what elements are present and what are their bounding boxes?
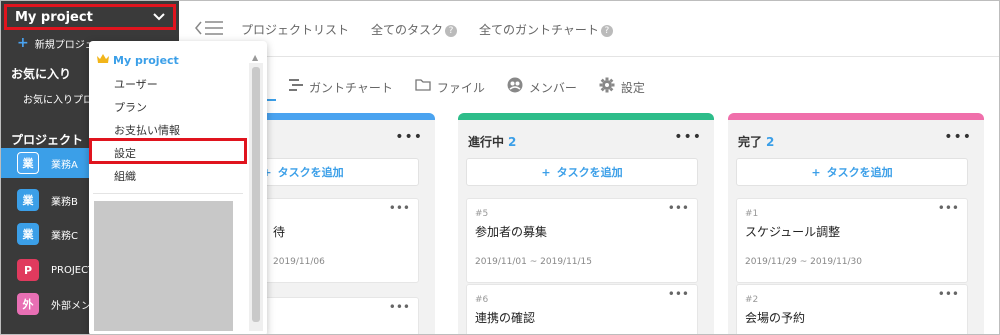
column-title-text: 完了	[738, 135, 763, 149]
card-menu-icon[interactable]: •••	[668, 287, 689, 301]
card-menu-icon[interactable]: •••	[938, 287, 959, 301]
project-dropdown-menu: My project ユーザー プラン お支払い情報 設定 組織 ▲	[89, 41, 267, 334]
add-task-label: タスクを追加	[826, 166, 893, 179]
task-card[interactable]: ••• #1 スケジュール調整 2019/11/29 ~ 2019/11/30	[736, 198, 968, 283]
tab-members-label: メンバー	[528, 80, 577, 95]
tab-settings[interactable]: 設定	[599, 77, 645, 97]
column-count: 2	[508, 135, 517, 149]
new-project-label: 新規プロジェ	[34, 39, 95, 51]
column-menu-icon[interactable]: •••	[674, 129, 702, 145]
new-project-button[interactable]: + 新規プロジェ	[17, 35, 95, 51]
card-menu-icon[interactable]: •••	[938, 201, 959, 215]
projects-heading: プロジェクト	[11, 133, 84, 147]
task-title: 連携の確認	[475, 311, 536, 325]
project-name: 業務A	[51, 159, 78, 171]
task-board: ••• + タスクを追加 ••• 待 2019/11/06 ••• 進行中 2 •…	[179, 113, 999, 334]
top-header: プロジェクトリスト 全てのタスク? 全てのガントチャート?	[179, 1, 999, 57]
task-date: 2019/11/29 ~ 2019/11/30	[745, 257, 863, 267]
project-title: My project	[15, 9, 93, 25]
project-badge: 業	[17, 223, 39, 245]
card-menu-icon[interactable]: •••	[389, 300, 410, 314]
column-menu-icon[interactable]: •••	[395, 129, 423, 145]
top-nav: プロジェクトリスト 全てのタスク? 全てのガントチャート?	[241, 21, 613, 38]
column-title: 完了 2	[738, 133, 774, 150]
app-frame: My project + 新規プロジェ お気に入り お気に入りプロジ プロジェク…	[0, 0, 1000, 335]
menu-divider	[93, 193, 243, 194]
task-title: 待	[273, 225, 286, 239]
menu-item-organization[interactable]: 組織	[114, 168, 136, 184]
column-menu-icon[interactable]: •••	[944, 129, 972, 145]
task-card[interactable]: ••• #5 参加者の募集 2019/11/01 ~ 2019/11/15	[466, 198, 698, 283]
project-badge: P	[17, 259, 39, 281]
dropdown-scrollbar[interactable]: ▲	[249, 53, 263, 331]
task-number: #2	[745, 295, 759, 305]
tab-gantt-label: ガントチャート	[309, 80, 393, 95]
help-icon[interactable]: ?	[600, 24, 613, 37]
dropdown-header: My project	[97, 54, 179, 67]
nav-all-gantt[interactable]: 全てのガントチャート?	[479, 21, 613, 38]
card-menu-icon[interactable]: •••	[668, 201, 689, 215]
nav-project-list[interactable]: プロジェクトリスト	[241, 21, 349, 38]
task-date: 2019/11/01 ~ 2019/11/15	[475, 257, 593, 267]
project-badge: 外	[17, 293, 39, 315]
task-card[interactable]: ••• #6 連携の確認	[466, 284, 698, 334]
project-badge: 業	[17, 189, 39, 211]
task-title: 会場の予約	[745, 311, 806, 325]
project-tabs: ガントチャート ファイル メンバー 設定	[289, 77, 645, 97]
add-task-button[interactable]: + タスクを追加	[466, 158, 698, 186]
nav-all-tasks-label: 全てのタスク	[371, 23, 444, 37]
gantt-icon	[289, 79, 303, 95]
tab-gantt[interactable]: ガントチャート	[289, 79, 393, 96]
add-task-label: タスクを追加	[556, 166, 623, 179]
tab-files-label: ファイル	[436, 80, 485, 95]
chevron-down-icon	[153, 10, 165, 24]
project-badge: 業	[17, 152, 39, 174]
scrollbar-thumb[interactable]	[252, 67, 260, 322]
gear-icon	[599, 77, 615, 97]
plus-icon: +	[17, 35, 29, 51]
redacted-block	[94, 201, 233, 331]
plus-icon: +	[811, 165, 821, 179]
add-task-button[interactable]: + タスクを追加	[736, 158, 968, 186]
board-column: 完了 2 ••• + タスクを追加 ••• #1 スケジュール調整 2019/11…	[728, 113, 984, 334]
add-task-label: タスクを追加	[277, 166, 344, 179]
task-title: 参加者の募集	[475, 225, 548, 239]
favorites-heading: お気に入り	[11, 67, 72, 81]
menu-item-users[interactable]: ユーザー	[114, 76, 158, 92]
column-count: 2	[766, 135, 775, 149]
column-title: 進行中 2	[468, 133, 516, 150]
scroll-up-icon[interactable]: ▲	[252, 53, 258, 62]
task-number: #1	[745, 209, 759, 219]
task-number: #6	[475, 295, 489, 305]
sidebar-toggle-icon[interactable]	[195, 19, 225, 41]
nav-all-tasks[interactable]: 全てのタスク?	[371, 21, 458, 38]
tab-files[interactable]: ファイル	[415, 79, 485, 96]
task-date: 2019/11/06	[273, 257, 325, 267]
crown-icon	[97, 54, 109, 67]
help-icon[interactable]: ?	[445, 24, 458, 37]
project-name: 業務C	[51, 230, 78, 242]
column-color-strip	[728, 113, 984, 120]
column-title-text: 進行中	[468, 135, 505, 149]
task-number: #5	[475, 209, 489, 219]
project-name: 業務B	[51, 196, 78, 208]
task-title: スケジュール調整	[745, 225, 841, 239]
tab-members[interactable]: メンバー	[507, 77, 577, 97]
card-menu-icon[interactable]: •••	[389, 201, 410, 215]
folder-icon	[415, 79, 431, 95]
dropdown-header-label: My project	[113, 54, 179, 67]
menu-item-settings[interactable]: 設定	[114, 145, 136, 161]
highlight-box	[89, 138, 247, 164]
plus-icon: +	[541, 165, 551, 179]
project-switcher[interactable]: My project	[4, 4, 176, 30]
board-column: 進行中 2 ••• + タスクを追加 ••• #5 参加者の募集 2019/11/…	[458, 113, 714, 334]
nav-all-gantt-label: 全てのガントチャート	[479, 23, 599, 37]
menu-item-plan[interactable]: プラン	[114, 99, 147, 115]
menu-item-billing[interactable]: お支払い情報	[114, 122, 180, 138]
task-card[interactable]: ••• #2 会場の予約	[736, 284, 968, 334]
tab-settings-label: 設定	[620, 80, 645, 95]
column-color-strip	[458, 113, 714, 120]
members-icon	[507, 77, 523, 97]
